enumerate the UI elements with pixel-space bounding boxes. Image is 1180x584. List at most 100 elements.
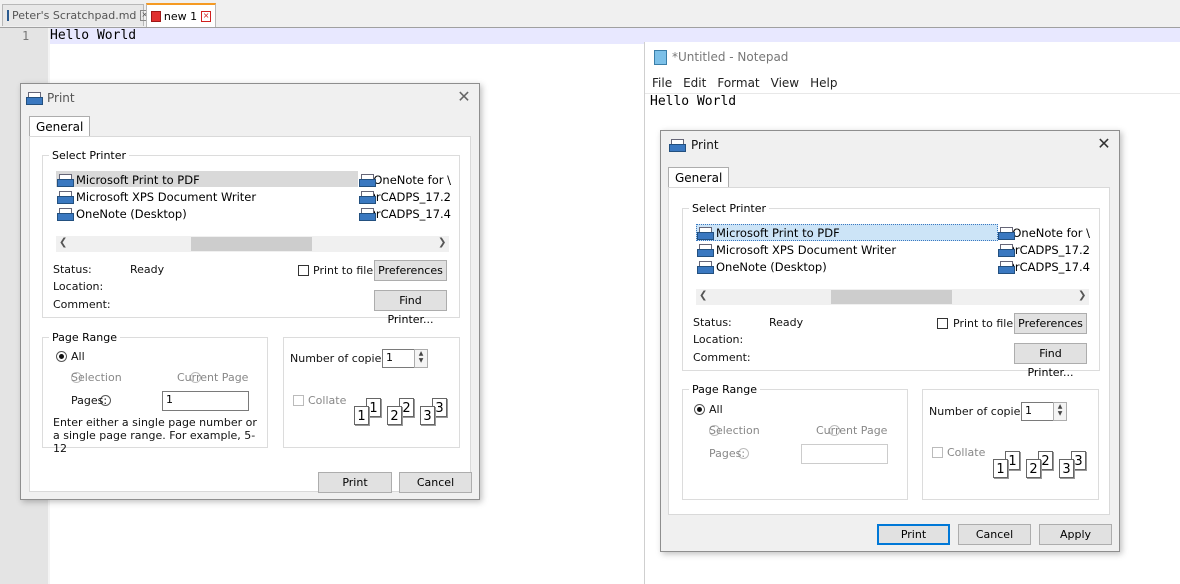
printer-icon [998,243,1015,257]
npp-editor-text[interactable]: Hello World [50,28,136,44]
apply-button[interactable]: Apply [1039,524,1112,545]
printer-icon [697,226,714,240]
selection-label: Selection [709,424,760,437]
location-label: Location: [53,280,104,293]
printer-item[interactable]: OrCADPS_17.4 [998,258,1090,275]
page-icon: 2 [1026,459,1041,478]
dialog-title: Print [47,91,75,105]
menu-format[interactable]: Format [717,76,759,90]
scroll-thumb[interactable] [831,290,952,304]
all-label: All [709,403,723,416]
printer-item[interactable]: OneNote (Desktop) [697,258,896,275]
notepad-titlebar: *Untitled - Notepad [645,42,1180,72]
print-to-file-checkbox[interactable] [298,265,309,276]
printer-name: OneNote (Desktop) [716,259,827,274]
dialog-titlebar: Print [21,84,479,112]
page-range-group: Page Range All Selection Current Page Pa… [682,383,908,500]
collate-illustration: 1 1 2 2 3 3 [993,451,1093,486]
cancel-button[interactable]: Cancel [399,472,472,493]
pages-input[interactable]: 1 [162,391,249,411]
tab-general[interactable]: General [668,167,730,188]
printer-item[interactable]: OneNote for \ [998,224,1090,241]
page-icon: 3 [420,406,435,425]
dialog-title: Print [691,138,719,152]
printer-item[interactable]: OrCADPS_17.2 [359,188,451,205]
collate-label: Collate [947,446,986,459]
print-button[interactable]: Print [877,524,950,545]
printer-list-scrollbar[interactable]: ❮ ❯ [56,236,449,252]
status-label: Status: [53,263,92,276]
scroll-right-icon[interactable]: ❯ [438,237,446,248]
scroll-left-icon[interactable]: ❮ [59,237,67,248]
menu-help[interactable]: Help [810,76,837,90]
printer-item[interactable]: OneNote for \ [359,171,451,188]
collate-checkbox[interactable] [293,395,304,406]
copies-spinner[interactable]: ▲ ▼ [414,349,428,368]
collate-illustration: 1 1 2 2 3 3 [354,398,454,433]
printer-name: OrCADPS_17.2 [1005,242,1090,257]
printer-item[interactable]: OrCADPS_17.4 [359,205,451,222]
save-disk-icon [7,10,9,21]
page-range-hint: Enter either a single page number or a s… [53,416,257,455]
copies-input[interactable]: 1 [1021,402,1054,421]
printer-item[interactable]: Microsoft XPS Document Writer [57,188,256,205]
printer-icon [26,91,43,105]
find-printer-button[interactable]: Find Printer... [374,290,447,326]
printer-icon [57,173,74,187]
printer-item[interactable]: Microsoft Print to PDF [697,224,896,241]
find-printer-button[interactable]: Find Printer... [1014,343,1087,379]
notepad-text[interactable]: Hello World [650,94,736,110]
printer-list-col1: Microsoft Print to PDF Microsoft XPS Doc… [57,171,256,222]
all-radio[interactable] [694,404,705,415]
printer-list-col2: OneNote for \ OrCADPS_17.2 OrCADPS_17.4 [998,224,1090,275]
menu-edit[interactable]: Edit [683,76,706,90]
printer-icon [359,207,376,221]
close-button[interactable]: ✕ [453,87,475,109]
pages-label: Pages: [709,447,746,460]
select-printer-group: Select Printer Microsoft Print to PDF Mi… [42,149,460,326]
close-button[interactable]: ✕ [1093,134,1115,156]
copies-spinner[interactable]: ▲ ▼ [1053,402,1067,421]
preferences-button[interactable]: Preferences [374,260,447,281]
collate-checkbox[interactable] [932,447,943,458]
tab-label: new 1 [163,9,198,23]
copies-input[interactable]: 1 [382,349,415,368]
status-label: Status: [693,316,732,329]
current-page-label: Current Page [816,424,888,437]
menu-file[interactable]: File [652,76,672,90]
printer-item[interactable]: Microsoft XPS Document Writer [697,241,896,258]
printer-item[interactable]: OneNote (Desktop) [57,205,256,222]
preferences-button[interactable]: Preferences [1014,313,1087,334]
unsaved-disk-icon [151,10,161,22]
scroll-thumb[interactable] [191,237,312,251]
select-printer-group: Select Printer Microsoft Print to PDF Mi… [682,202,1100,379]
printer-item[interactable]: Microsoft Print to PDF [57,171,256,188]
all-radio[interactable] [56,351,67,362]
collate-label: Collate [308,394,347,407]
pages-label: Pages: [71,394,108,407]
general-tab-panel: Select Printer Microsoft Print to PDF Mi… [29,136,471,492]
scroll-right-icon[interactable]: ❯ [1078,290,1086,301]
printer-list-scrollbar[interactable]: ❮ ❯ [696,289,1089,305]
dialog-titlebar: Print [661,131,1119,159]
printer-name: OneNote for \ [373,172,451,187]
page-range-title: Page Range [689,383,760,396]
print-to-file-checkbox[interactable] [937,318,948,329]
printer-item[interactable]: OrCADPS_17.2 [998,241,1090,258]
close-icon[interactable]: × [201,10,211,22]
status-value: Ready [769,316,804,329]
printer-icon [669,138,686,152]
menu-view[interactable]: View [771,76,799,90]
tab-peters-scratchpad[interactable]: Peter's Scratchpad.md × [2,4,150,26]
pages-input[interactable] [801,444,888,464]
printer-icon [57,207,74,221]
cancel-button[interactable]: Cancel [958,524,1031,545]
print-button[interactable]: Print [318,472,392,493]
printer-icon [359,190,376,204]
scroll-left-icon[interactable]: ❮ [699,290,707,301]
printer-list-col1: Microsoft Print to PDF Microsoft XPS Doc… [697,224,896,275]
tab-general[interactable]: General [29,116,91,137]
npp-tab-bar: Peter's Scratchpad.md × new 1 × [0,0,1180,28]
tab-new-1[interactable]: new 1 × [146,3,216,27]
page-range-title: Page Range [49,331,120,344]
